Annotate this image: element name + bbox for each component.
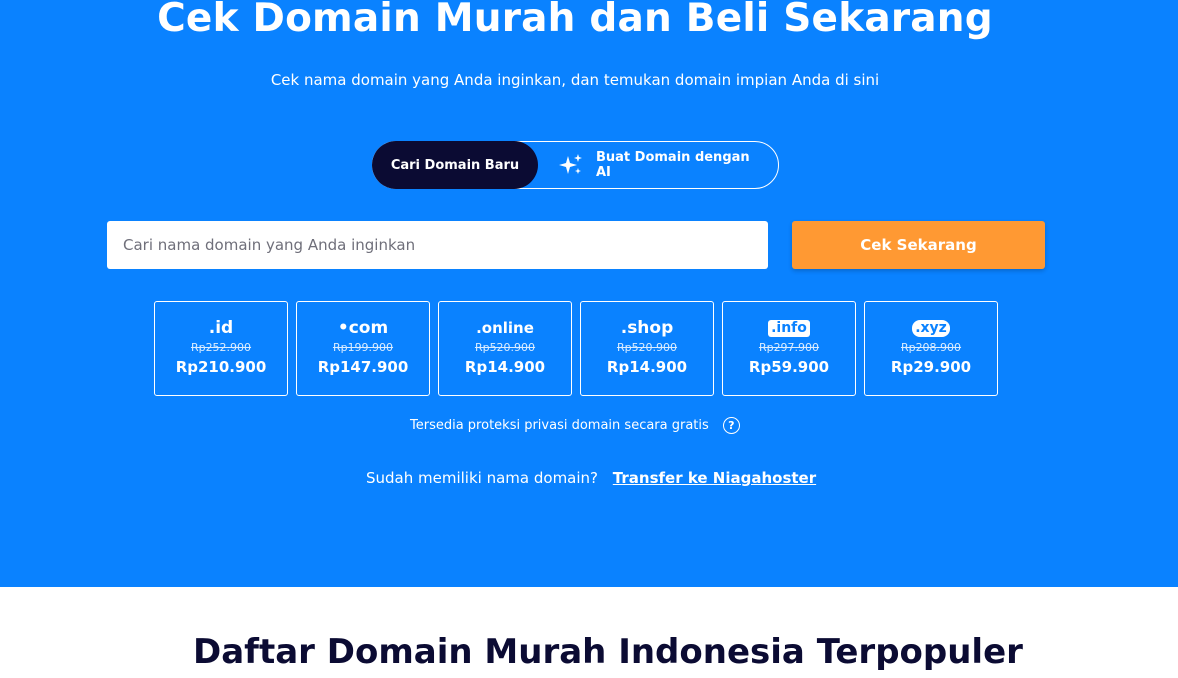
tld-old-price: Rp520.900 (616, 341, 678, 354)
privacy-note: Tersedia proteksi privasi domain secara … (410, 417, 740, 434)
check-now-button[interactable]: Cek Sekarang (792, 221, 1045, 269)
tld-old-price: Rp199.900 (332, 341, 394, 354)
tld-new-price: Rp147.900 (317, 358, 409, 376)
page-title: Cek Domain Murah dan Beli Sekarang (157, 0, 993, 41)
search-mode-tabs: Cari Domain Baru Buat Domain dengan AI (372, 141, 779, 189)
tld-logo-xyz-text: .xyz (912, 319, 950, 337)
tab-search-new-domain[interactable]: Cari Domain Baru (372, 141, 538, 189)
transfer-link[interactable]: Transfer ke Niagahoster (613, 469, 816, 487)
tld-card-info[interactable]: .info Rp297.900 Rp59.900 (722, 301, 856, 396)
tld-new-price: Rp14.900 (464, 358, 546, 376)
tab-ai-domain[interactable]: Buat Domain dengan AI (559, 142, 769, 188)
transfer-question: Sudah memiliki nama domain? (366, 469, 599, 487)
tld-new-price: Rp29.900 (890, 358, 972, 376)
question-icon[interactable]: ? (722, 417, 740, 434)
tld-logo-info-text: .info (768, 319, 810, 337)
tld-card-online[interactable]: .online Rp520.900 Rp14.900 (438, 301, 572, 396)
tld-old-price: Rp297.900 (758, 341, 820, 354)
tld-logo-xyz: .xyz (865, 316, 997, 340)
transfer-row: Sudah memiliki nama domain? Transfer ke … (366, 469, 816, 487)
tld-card-com[interactable]: •com Rp199.900 Rp147.900 (296, 301, 430, 396)
tld-new-price: Rp210.900 (175, 358, 267, 376)
sparkle-icon (559, 154, 582, 174)
tld-logo-online: .online (476, 319, 534, 337)
tld-old-price: Rp520.900 (474, 341, 536, 354)
tld-logo-info: .info (723, 316, 855, 340)
tld-logo-com: •com (337, 318, 389, 338)
tld-card-id[interactable]: .id Rp252.900 Rp210.900 (154, 301, 288, 396)
domain-search-input[interactable] (107, 221, 768, 269)
tld-new-price: Rp14.900 (606, 358, 688, 376)
tld-card-xyz[interactable]: .xyz Rp208.900 Rp29.900 (864, 301, 998, 396)
hero-section: Cek Domain Murah dan Beli Sekarang Cek n… (0, 0, 1178, 587)
hero-subtitle: Cek nama domain yang Anda inginkan, dan … (270, 71, 880, 89)
tld-card-shop[interactable]: .shop Rp520.900 Rp14.900 (580, 301, 714, 396)
privacy-note-text: Tersedia proteksi privasi domain secara … (410, 418, 709, 433)
tld-old-price: Rp252.900 (190, 341, 252, 354)
tld-logo-id: .id (208, 318, 234, 338)
tld-logo-shop: .shop (620, 318, 674, 338)
section-title: Daftar Domain Murah Indonesia Terpopuler (193, 632, 1023, 672)
tab-ai-label: Buat Domain dengan AI (595, 150, 750, 180)
tld-old-price: Rp208.900 (900, 341, 962, 354)
tld-new-price: Rp59.900 (748, 358, 830, 376)
